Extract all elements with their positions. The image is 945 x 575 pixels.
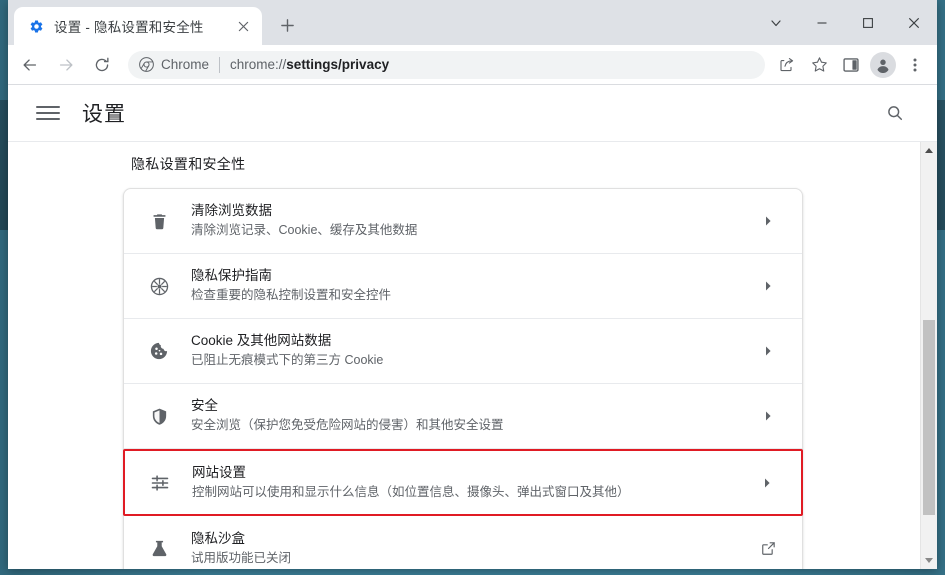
url-path: settings/privacy <box>286 57 390 72</box>
chevron-right-icon[interactable] <box>756 345 780 357</box>
window-controls <box>753 0 937 45</box>
tab-search-button[interactable] <box>753 0 799 45</box>
settings-content-column: 隐私设置和安全性 清除浏览数据 清除浏览记录、Cookie、缓存及其他数据 隐私… <box>123 142 803 569</box>
tab-title: 设置 - 隐私设置和安全性 <box>54 20 204 35</box>
settings-body: 隐私设置和安全性 清除浏览数据 清除浏览记录、Cookie、缓存及其他数据 隐私… <box>8 141 937 569</box>
settings-row-clear-browsing-data[interactable]: 清除浏览数据 清除浏览记录、Cookie、缓存及其他数据 <box>124 189 802 254</box>
trash-icon <box>144 212 174 231</box>
row-text: 隐私保护指南 检查重要的隐私控制设置和安全控件 <box>191 268 756 304</box>
shield-icon <box>144 407 174 426</box>
row-subtitle: 试用版功能已关闭 <box>191 550 292 565</box>
row-title: 清除浏览数据 <box>191 203 272 219</box>
row-text: 清除浏览数据 清除浏览记录、Cookie、缓存及其他数据 <box>191 203 756 239</box>
close-icon[interactable] <box>232 15 254 37</box>
cookie-icon <box>144 341 174 361</box>
row-title: 网站设置 <box>192 464 246 480</box>
row-title: 安全 <box>191 398 218 414</box>
settings-scroll-area: 隐私设置和安全性 清除浏览数据 清除浏览记录、Cookie、缓存及其他数据 隐私… <box>8 142 920 569</box>
settings-row-privacy-guide[interactable]: 隐私保护指南 检查重要的隐私控制设置和安全控件 <box>124 254 802 319</box>
hamburger-menu-icon[interactable] <box>36 101 60 125</box>
back-button[interactable] <box>15 50 45 80</box>
settings-card: 清除浏览数据 清除浏览记录、Cookie、缓存及其他数据 隐私保护指南 检查重要… <box>123 188 803 569</box>
settings-row-site-settings[interactable]: 网站设置 控制网站可以使用和显示什么信息（如位置信息、摄像头、弹出式窗口及其他） <box>123 449 803 516</box>
avatar[interactable] <box>870 51 896 78</box>
scroll-down-arrow-icon[interactable] <box>921 552 937 569</box>
settings-page: 设置 隐私设置和安全性 清除浏览数据 清除浏览记录、Cookie、缓存及其他数据… <box>8 85 937 569</box>
forward-button[interactable] <box>51 50 81 80</box>
tab-strip: 设置 - 隐私设置和安全性 <box>8 0 937 45</box>
star-icon[interactable] <box>805 51 833 79</box>
side-panel-icon[interactable] <box>837 51 865 79</box>
omnibox-url-text: chrome://settings/privacy <box>230 57 389 72</box>
browser-window: 设置 - 隐私设置和安全性 Chrome chrome://settings/p… <box>8 0 937 569</box>
row-text: Cookie 及其他网站数据 已阻止无痕模式下的第三方 Cookie <box>191 333 756 369</box>
settings-row-cookies[interactable]: Cookie 及其他网站数据 已阻止无痕模式下的第三方 Cookie <box>124 319 802 384</box>
external-link-icon[interactable] <box>756 541 780 556</box>
chrome-logo-icon <box>138 57 154 73</box>
settings-header: 设置 <box>8 85 937 141</box>
reload-button[interactable] <box>87 50 117 80</box>
row-text: 安全 安全浏览（保护您免受危险网站的侵害）和其他安全设置 <box>191 398 756 434</box>
scroll-up-arrow-icon[interactable] <box>921 142 937 159</box>
row-title: 隐私保护指南 <box>191 268 272 284</box>
row-text: 隐私沙盒 试用版功能已关闭 <box>191 531 756 567</box>
url-prefix: chrome:// <box>230 57 287 72</box>
omnibox-divider <box>219 56 221 73</box>
page-title: 设置 <box>82 103 126 126</box>
row-subtitle: 控制网站可以使用和显示什么信息（如位置信息、摄像头、弹出式窗口及其他） <box>192 484 630 499</box>
browser-tab-settings[interactable]: 设置 - 隐私设置和安全性 <box>14 7 262 45</box>
browser-toolbar: Chrome chrome://settings/privacy <box>8 45 937 85</box>
row-subtitle: 安全浏览（保护您免受危险网站的侵害）和其他安全设置 <box>191 418 504 433</box>
row-subtitle: 已阻止无痕模式下的第三方 Cookie <box>191 353 384 368</box>
tune-icon <box>145 473 175 493</box>
vertical-scrollbar[interactable] <box>920 142 937 569</box>
chevron-right-icon[interactable] <box>756 280 780 292</box>
new-tab-button[interactable] <box>273 11 301 39</box>
row-title: Cookie 及其他网站数据 <box>191 333 332 349</box>
row-text: 网站设置 控制网站可以使用和显示什么信息（如位置信息、摄像头、弹出式窗口及其他） <box>192 465 755 501</box>
settings-row-security[interactable]: 安全 安全浏览（保护您免受危险网站的侵害）和其他安全设置 <box>124 384 802 449</box>
row-subtitle: 检查重要的隐私控制设置和安全控件 <box>191 288 392 303</box>
row-title: 隐私沙盒 <box>191 530 245 546</box>
search-icon[interactable] <box>881 99 909 127</box>
gear-icon <box>28 18 44 34</box>
address-bar[interactable]: Chrome chrome://settings/privacy <box>128 50 765 79</box>
scrollbar-thumb[interactable] <box>923 320 935 515</box>
row-subtitle: 清除浏览记录、Cookie、缓存及其他数据 <box>191 223 418 238</box>
settings-row-privacy-sandbox[interactable]: 隐私沙盒 试用版功能已关闭 <box>124 516 802 569</box>
omnibox-scheme-label: Chrome <box>161 57 210 72</box>
chevron-right-icon[interactable] <box>755 477 779 489</box>
minimize-button[interactable] <box>799 0 845 45</box>
chevron-right-icon[interactable] <box>756 410 780 422</box>
maximize-button[interactable] <box>845 0 891 45</box>
section-heading: 隐私设置和安全性 <box>131 156 246 172</box>
three-dot-menu-icon[interactable] <box>901 51 929 79</box>
share-icon[interactable] <box>773 51 801 79</box>
window-close-button[interactable] <box>891 0 937 45</box>
chevron-right-icon[interactable] <box>756 215 780 227</box>
privacy-guide-icon <box>144 276 174 297</box>
flask-icon <box>144 539 174 558</box>
